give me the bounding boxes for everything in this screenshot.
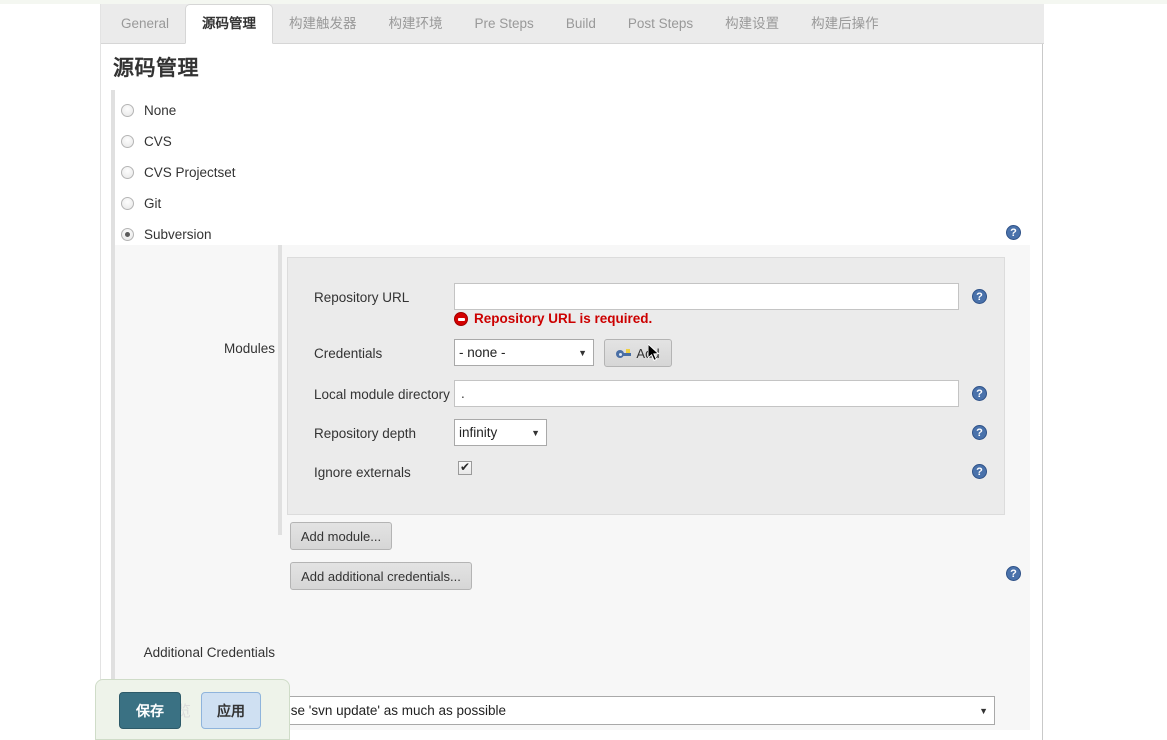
scm-option-cvs[interactable]: CVS: [121, 129, 172, 153]
apply-button[interactable]: 应用: [201, 692, 261, 729]
radio-git-icon[interactable]: [121, 197, 134, 210]
add-module-button[interactable]: Add module...: [290, 522, 392, 550]
help-icon-subversion[interactable]: [1006, 225, 1021, 240]
repository-depth-label: Repository depth: [314, 426, 416, 441]
repository-depth-select[interactable]: infinity: [454, 419, 547, 446]
key-icon: [616, 347, 631, 359]
scm-form-body: None CVS CVS Projectset Git Subversion: [101, 90, 1044, 740]
repository-depth-select-wrap[interactable]: infinity ▼: [454, 419, 547, 446]
scm-option-none-label: None: [144, 103, 176, 118]
config-panel: General 源码管理 构建触发器 构建环境 Pre Steps Build …: [100, 4, 1043, 740]
help-icon-ignore-externals[interactable]: [972, 464, 987, 479]
additional-credentials-label: Additional Credentials: [125, 645, 275, 660]
radio-subversion-icon[interactable]: [121, 228, 134, 241]
repository-url-input[interactable]: [454, 283, 959, 310]
add-credentials-button[interactable]: Add: [604, 339, 672, 367]
repository-url-label: Repository URL: [314, 290, 409, 305]
modules-box: Repository URL Repository URL is require…: [287, 257, 1005, 515]
scm-option-subversion[interactable]: Subversion: [121, 222, 212, 246]
subversion-detail-section: Modules Repository URL Repository URL is…: [115, 245, 1030, 730]
local-module-directory-label: Local module directory: [314, 387, 450, 402]
local-module-directory-input[interactable]: [454, 380, 959, 407]
config-tab-bar: General 源码管理 构建触发器 构建环境 Pre Steps Build …: [101, 4, 1044, 44]
scm-option-cvs-projectset-label: CVS Projectset: [144, 165, 236, 180]
tab-pre-steps[interactable]: Pre Steps: [459, 4, 550, 43]
checkout-strategy-select[interactable]: Use 'svn update' as much as possible: [276, 696, 995, 725]
add-additional-credentials-button[interactable]: Add additional credentials...: [290, 562, 472, 590]
scm-option-git-label: Git: [144, 196, 161, 211]
tab-post-steps[interactable]: Post Steps: [612, 4, 709, 43]
repository-url-error: Repository URL is required.: [454, 311, 652, 326]
page-title: 源码管理: [113, 52, 199, 82]
help-icon-repository-depth[interactable]: [972, 425, 987, 440]
credentials-label: Credentials: [314, 346, 382, 361]
error-circle-icon: [454, 312, 468, 326]
modules-section-marker-bar: [278, 245, 282, 535]
help-icon-additional-credentials[interactable]: [1006, 566, 1021, 581]
tab-source-management[interactable]: 源码管理: [185, 4, 273, 44]
add-credentials-label: Add: [636, 346, 659, 361]
tab-build[interactable]: Build: [550, 4, 612, 43]
credentials-select[interactable]: - none -: [454, 339, 594, 366]
help-icon-repository-url[interactable]: [972, 289, 987, 304]
credentials-select-wrap[interactable]: - none - ▼: [454, 339, 594, 366]
tab-post-build-actions[interactable]: 构建后操作: [795, 4, 895, 43]
scm-option-git[interactable]: Git: [121, 191, 161, 215]
tab-build-triggers[interactable]: 构建触发器: [273, 4, 373, 43]
radio-none-icon[interactable]: [121, 104, 134, 117]
tab-build-settings[interactable]: 构建设置: [709, 4, 795, 43]
scm-option-subversion-label: Subversion: [144, 227, 212, 242]
checkout-strategy-select-wrap[interactable]: Use 'svn update' as much as possible ▼: [276, 696, 995, 725]
scm-option-none[interactable]: None: [121, 98, 176, 122]
tab-build-environment[interactable]: 构建环境: [373, 4, 459, 43]
scm-option-cvs-projectset[interactable]: CVS Projectset: [121, 160, 236, 184]
save-button[interactable]: 保存: [119, 692, 181, 729]
scm-option-cvs-label: CVS: [144, 134, 172, 149]
radio-cvs-icon[interactable]: [121, 135, 134, 148]
radio-cvs-projectset-icon[interactable]: [121, 166, 134, 179]
help-icon-local-module-directory[interactable]: [972, 386, 987, 401]
ignore-externals-checkbox[interactable]: [458, 461, 472, 475]
modules-label: Modules: [135, 341, 275, 356]
tab-general[interactable]: General: [105, 4, 185, 43]
jenkins-job-config-page: General 源码管理 构建触发器 构建环境 Pre Steps Build …: [0, 0, 1167, 740]
floating-save-bar: 览 保存 应用: [95, 679, 290, 740]
ignore-externals-label: Ignore externals: [314, 465, 411, 480]
repository-url-error-text: Repository URL is required.: [474, 311, 652, 326]
